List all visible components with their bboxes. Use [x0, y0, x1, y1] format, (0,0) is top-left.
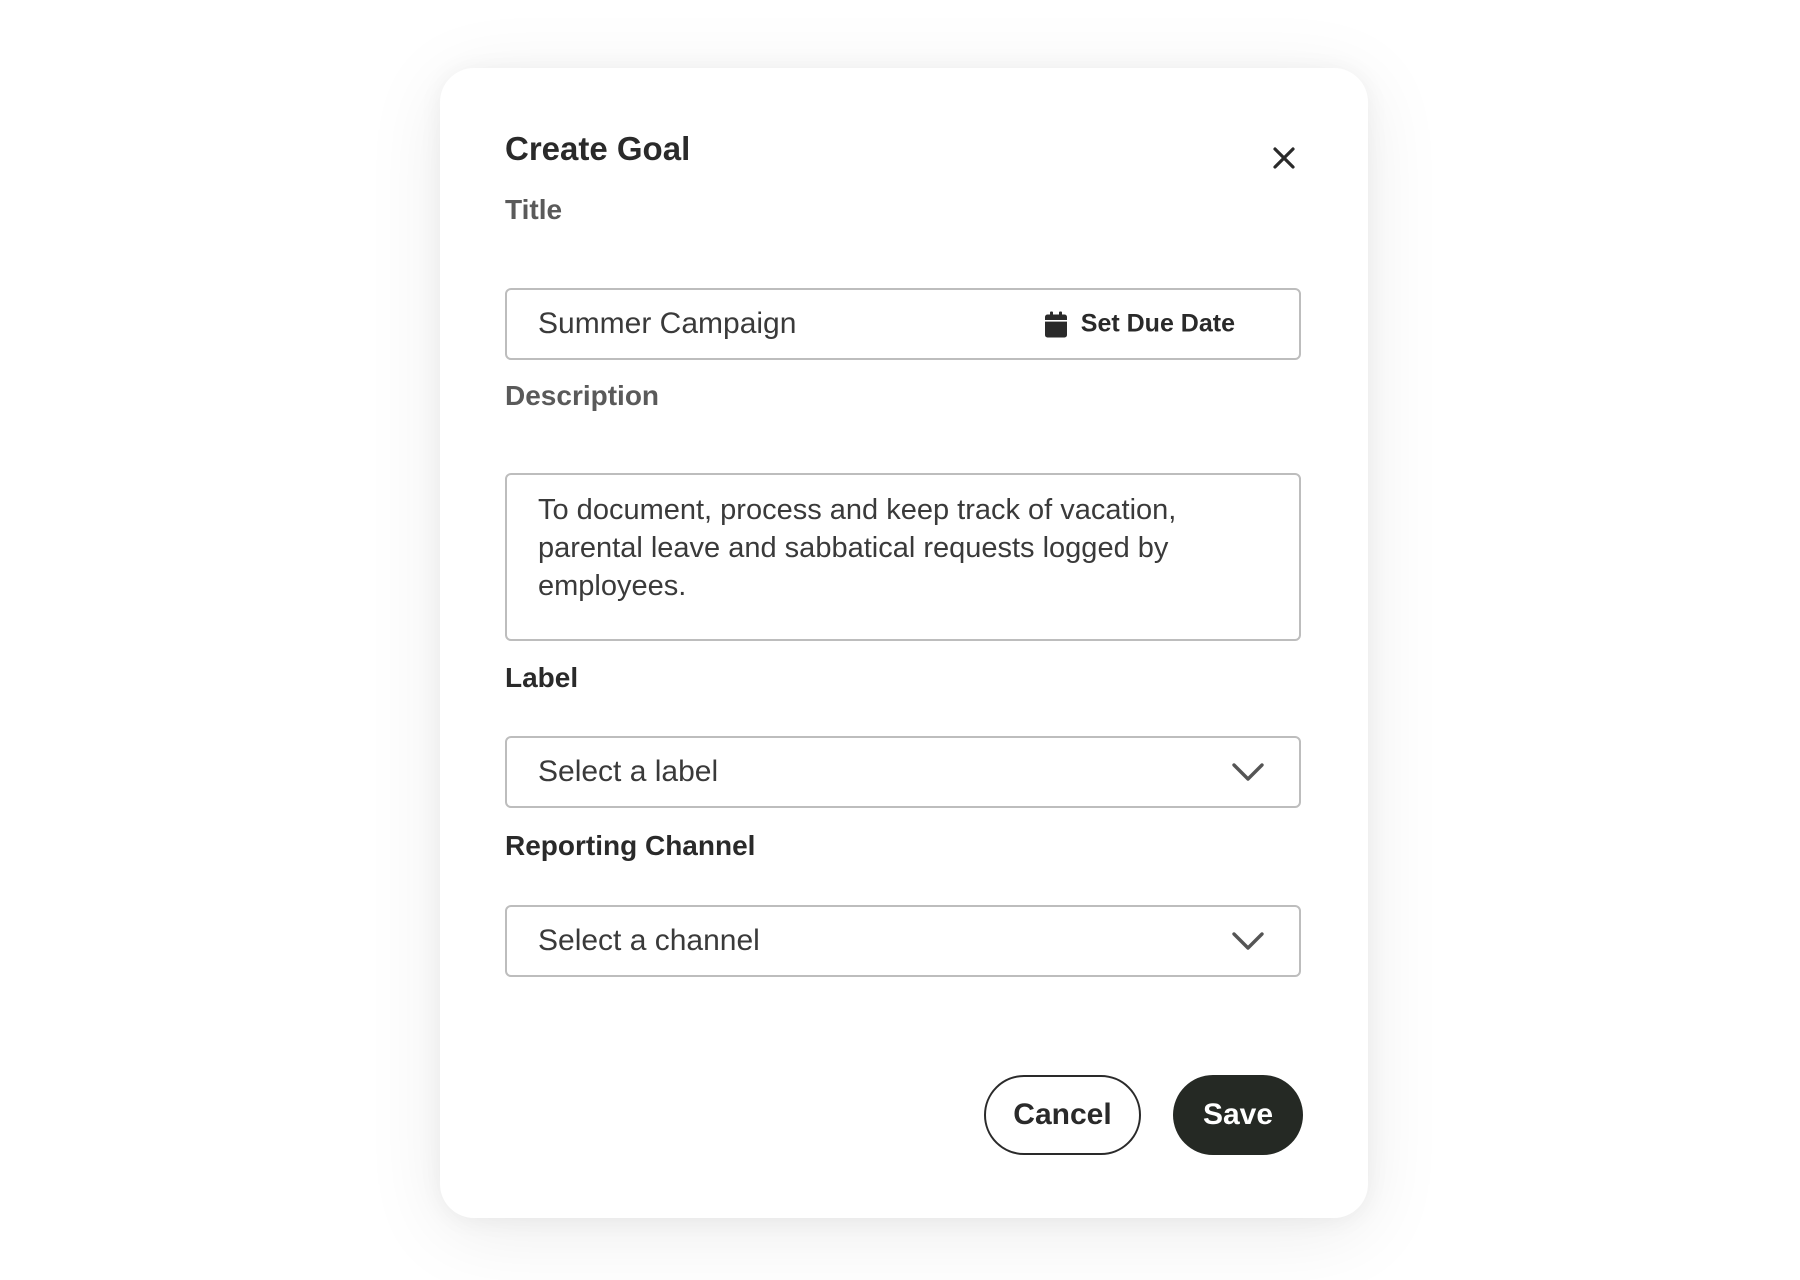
close-button[interactable] [1262, 136, 1306, 180]
reporting-channel-placeholder: Select a channel [538, 924, 760, 957]
label-select-placeholder: Select a label [538, 755, 719, 788]
title-label: Title [505, 194, 563, 225]
create-goal-dialog: Create Goal Title Summer Campaign Set Du… [440, 68, 1368, 1218]
description-text[interactable]: To document, process and keep track of v… [538, 491, 1239, 605]
description-label: Description [505, 380, 660, 411]
label-field-label: Label [505, 662, 579, 693]
set-due-date-label: Set Due Date [1080, 309, 1235, 338]
cancel-button[interactable]: Cancel [984, 1075, 1141, 1155]
reporting-channel-label: Reporting Channel [505, 830, 756, 861]
chevron-down-icon [1232, 932, 1264, 950]
set-due-date-button[interactable]: Set Due Date [1044, 309, 1235, 339]
dialog-title: Create Goal [505, 130, 691, 167]
calendar-icon [1044, 311, 1067, 337]
save-button[interactable]: Save [1173, 1075, 1303, 1155]
title-field[interactable]: Summer Campaign Set Due Date [505, 288, 1301, 360]
chevron-down-icon [1232, 763, 1264, 781]
label-select[interactable]: Select a label [505, 736, 1301, 808]
title-input-value[interactable]: Summer Campaign [538, 307, 796, 341]
description-textarea[interactable]: To document, process and keep track of v… [505, 473, 1301, 641]
reporting-channel-select[interactable]: Select a channel [505, 905, 1301, 977]
close-icon [1273, 147, 1295, 169]
